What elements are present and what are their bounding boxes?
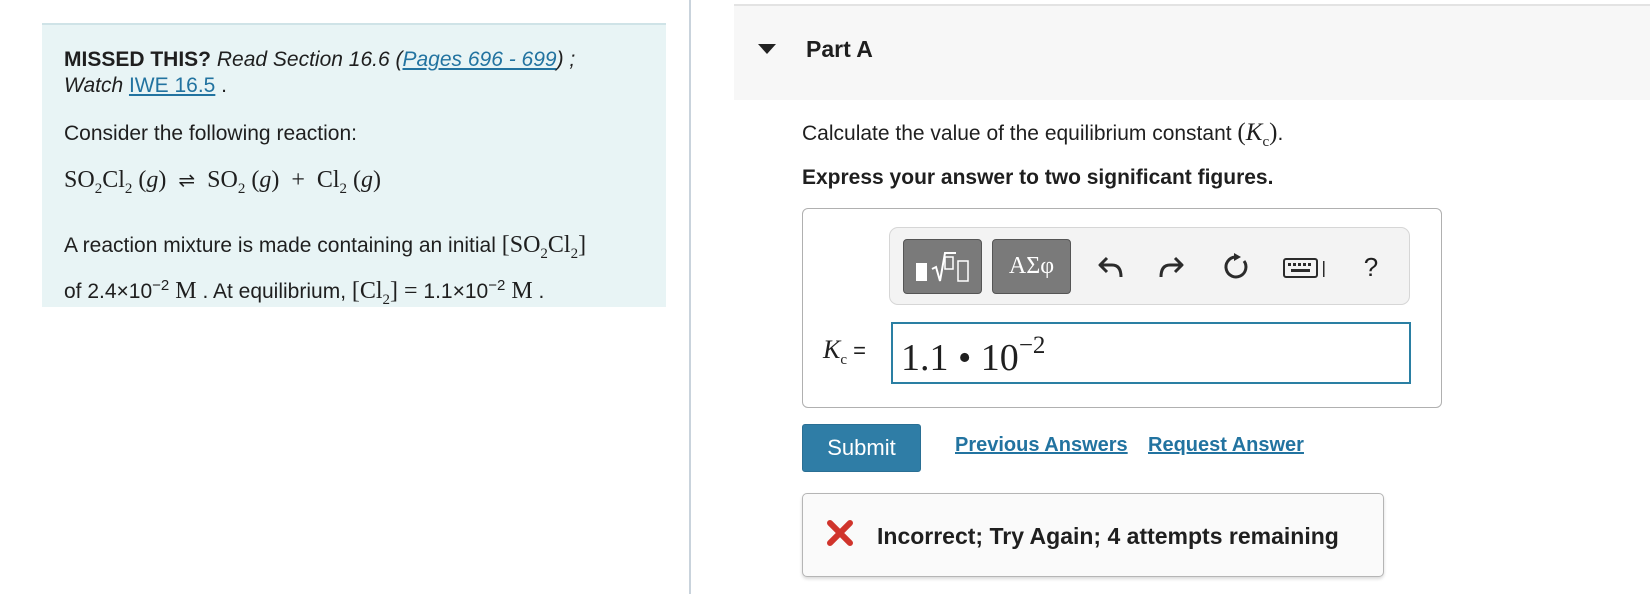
feedback-box: Incorrect; Try Again; 4 attempts remaini…: [802, 493, 1384, 577]
request-answer-link[interactable]: Request Answer: [1148, 434, 1304, 457]
reaction-mixture-text: A reaction mixture is made containing an…: [64, 231, 587, 308]
kc-label: Kc =: [823, 335, 866, 369]
problem-statement-panel: MISSED THIS? Read Section 16.6 (Pages 69…: [42, 23, 666, 307]
redo-icon[interactable]: [1156, 252, 1186, 282]
greek-symbols-button[interactable]: ΑΣφ: [992, 239, 1071, 294]
part-title: Part A: [806, 36, 873, 62]
feedback-message: Incorrect; Try Again; 4 attempts remaini…: [877, 523, 1339, 549]
keyboard-icon[interactable]: [1283, 252, 1327, 282]
math-toolbar: ΑΣφ ?: [889, 227, 1410, 305]
template-icon: [915, 251, 969, 282]
missed-this-line: MISSED THIS? Read Section 16.6 (Pages 69…: [64, 48, 576, 97]
incorrect-x-icon: [827, 520, 853, 546]
collapse-caret-icon[interactable]: [758, 44, 776, 54]
template-button[interactable]: [903, 239, 982, 294]
pages-link[interactable]: Pages 696 - 699: [402, 48, 556, 71]
help-button[interactable]: ?: [1356, 252, 1386, 282]
answer-container: ΑΣφ ? Kc = 1.1 • 10−2: [802, 208, 1442, 408]
instruction-text: Calculate the value of the equilibrium c…: [802, 119, 1284, 150]
previous-answers-link[interactable]: Previous Answers: [955, 434, 1128, 457]
submit-button[interactable]: Submit: [802, 424, 921, 472]
part-a-header[interactable]: Part A: [734, 4, 1650, 100]
intro-text: Consider the following reaction:: [64, 122, 357, 145]
missed-this-label: MISSED THIS?: [64, 48, 212, 71]
reaction-equation: SO2Cl2 (g) ⇌ SO2 (g) + Cl2 (g): [64, 167, 382, 197]
undo-icon[interactable]: [1096, 252, 1126, 282]
sig-figs-instruction: Express your answer to two significant f…: [802, 166, 1274, 189]
panel-divider: [689, 0, 691, 594]
iwe-video-link[interactable]: IWE 16.5: [129, 74, 215, 97]
answer-input[interactable]: 1.1 • 10−2: [891, 322, 1411, 384]
reset-icon[interactable]: [1220, 252, 1250, 282]
